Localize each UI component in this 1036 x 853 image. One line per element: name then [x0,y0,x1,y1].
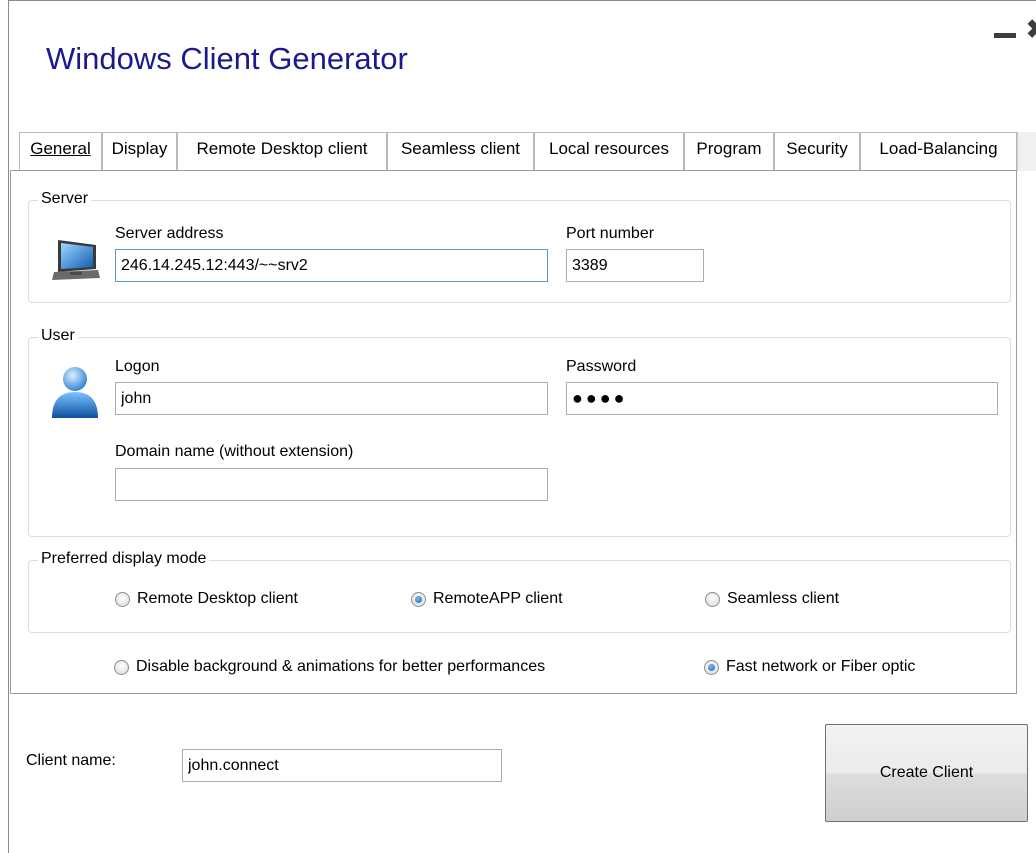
server-address-input[interactable] [115,249,548,282]
radio-remoteapp-client[interactable]: RemoteAPP client [411,590,563,608]
display-mode-group: Preferred display mode Remote Desktop cl… [28,550,1011,633]
radio-label: RemoteAPP client [433,590,563,607]
radio-label: Remote Desktop client [137,590,298,607]
radio-label: Fast network or Fiber optic [726,658,916,675]
tab-program[interactable]: Program [684,132,774,171]
general-tab-panel: Server Server address Port number User [10,170,1017,694]
minimize-icon[interactable] [994,33,1016,38]
radio-button[interactable] [114,659,129,675]
radio-seamless-client[interactable]: Seamless client [705,590,839,608]
tab-general[interactable]: General [19,132,102,171]
user-avatar-icon [52,367,98,418]
domain-name-input[interactable] [115,468,548,501]
server-address-label: Server address [115,225,224,242]
tab-bar: General Display Remote Desktop client Se… [19,132,1036,171]
tab-strip-filler [1017,132,1036,171]
port-number-label: Port number [566,225,655,242]
server-group: Server Server address Port number [28,190,1011,303]
port-number-input[interactable] [566,249,704,282]
radio-button[interactable] [705,591,720,607]
window-title: Windows Client Generator [46,41,408,76]
logon-input[interactable] [115,382,548,415]
radio-button[interactable] [115,591,130,607]
user-group: User Logon Password ●●●● Domain name (wi… [28,327,1011,537]
display-mode-legend: Preferred display mode [38,550,210,568]
tab-security[interactable]: Security [774,132,860,171]
radio-remote-desktop-client[interactable]: Remote Desktop client [115,590,298,608]
password-label: Password [566,358,637,375]
radio-label: Disable background & animations for bett… [136,658,546,675]
radio-disable-background[interactable]: Disable background & animations for bett… [114,658,545,676]
radio-button[interactable] [411,591,426,607]
computer-monitor-icon [52,240,100,280]
client-name-input[interactable] [182,749,502,782]
logon-label: Logon [115,358,160,375]
radio-button[interactable] [704,659,719,675]
tab-remote-desktop-client[interactable]: Remote Desktop client [177,132,387,171]
server-group-legend: Server [38,190,92,208]
user-group-legend: User [38,327,78,345]
radio-fast-network[interactable]: Fast network or Fiber optic [704,658,915,676]
tab-local-resources[interactable]: Local resources [534,132,684,171]
tab-display[interactable]: Display [102,132,177,171]
client-name-label: Client name: [26,752,116,769]
create-client-button[interactable]: Create Client [825,724,1028,822]
radio-label: Seamless client [727,590,840,607]
close-icon[interactable]: ✖ [1026,16,1036,42]
domain-name-label: Domain name (without extension) [115,443,354,460]
tab-load-balancing[interactable]: Load-Balancing [860,132,1017,171]
password-input[interactable]: ●●●● [566,382,998,415]
tab-seamless-client[interactable]: Seamless client [387,132,534,171]
